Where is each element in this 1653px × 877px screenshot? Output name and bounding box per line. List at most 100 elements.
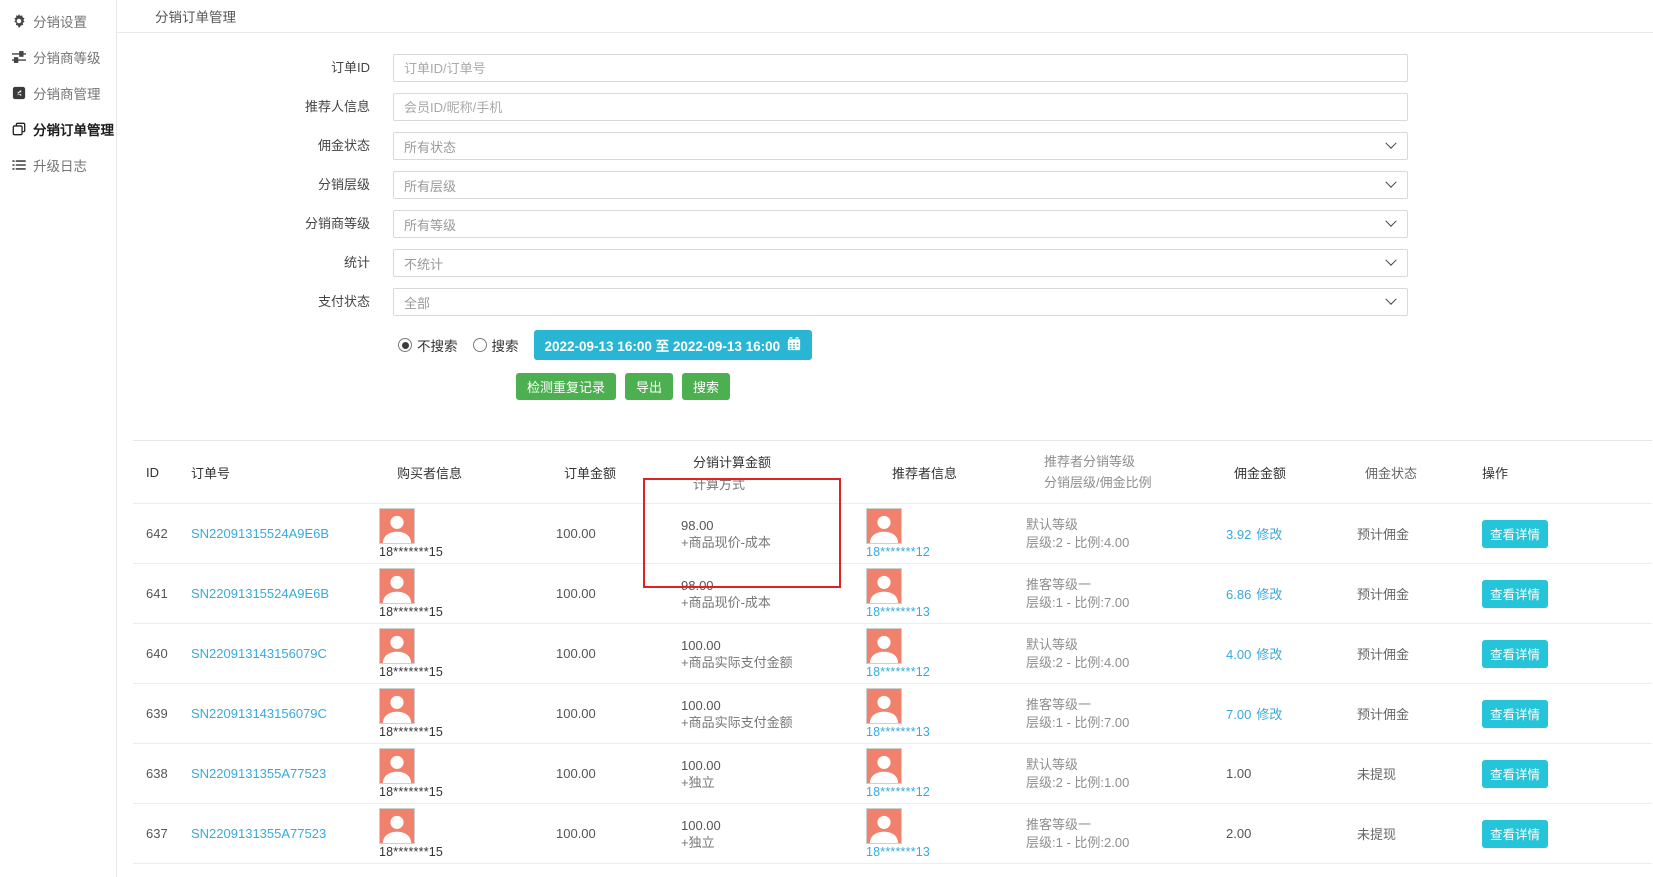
action-buttons-row: 检测重复记录 导出 搜索 (117, 373, 1653, 400)
table-header: ID 订单号 购买者信息 订单金额 分销计算金额计算方式 推荐者信息 推荐者分销… (133, 441, 1652, 503)
commission-status-select[interactable]: 所有状态 (393, 132, 1408, 160)
order-no-link[interactable]: SN2209131355A77523 (191, 826, 326, 841)
order-no-link[interactable]: SN22091315524A9E6B (191, 586, 329, 601)
sidebar-item-label: 分销商等级 (33, 47, 101, 67)
search-button[interactable]: 搜索 (682, 373, 730, 400)
referrer-info-label: 推荐人信息 (117, 93, 370, 121)
referrer-avatar (866, 628, 902, 664)
sidebar-item-label: 分销订单管理 (33, 119, 114, 139)
modify-link[interactable]: 修改 (1256, 527, 1282, 542)
referrer-phone-link[interactable]: 18*******12 (866, 785, 1026, 799)
cell-commission: 1.00 (1226, 766, 1357, 781)
export-button[interactable]: 导出 (625, 373, 673, 400)
cell-referrer-level: 推客等级一层级:1 - 比例:7.00 (1026, 576, 1226, 612)
header-order-no: 订单号 (191, 463, 379, 482)
referrer-avatar (866, 748, 902, 784)
payment-status-select[interactable]: 全部 (393, 288, 1408, 316)
selected-value: 全部 (404, 293, 430, 312)
referrer-phone-link[interactable]: 18*******12 (866, 665, 1026, 679)
order-no-link[interactable]: SN22091315524A9E6B (191, 526, 329, 541)
sidebar-item-label: 升级日志 (33, 155, 87, 175)
cell-order-amount: 100.00 (556, 706, 681, 721)
main-content: 分销订单管理 订单ID 推荐人信息 佣金状态 所有状态 分销层级 所有层级 (117, 0, 1653, 877)
statistics-select[interactable]: 不统计 (393, 249, 1408, 277)
radio-no-search-label: 不搜索 (417, 335, 458, 355)
modify-link[interactable]: 修改 (1256, 707, 1282, 722)
commission-status-label: 佣金状态 (117, 132, 370, 160)
referrer-phone-link[interactable]: 18*******13 (866, 605, 1026, 619)
cell-order-amount: 100.00 (556, 826, 681, 841)
view-detail-button[interactable]: 查看详情 (1482, 580, 1548, 608)
buyer-phone: 18*******15 (379, 605, 556, 619)
referrer-phone-link[interactable]: 18*******13 (866, 845, 1026, 859)
header-order-amount: 订单金额 (564, 463, 681, 482)
header-actions: 操作 (1482, 463, 1639, 482)
buyer-avatar (379, 748, 415, 784)
cell-calc: 98.00+商品现价-成本 (681, 517, 866, 551)
cell-commission: 4.00修改 (1226, 644, 1357, 663)
cell-order-amount: 100.00 (556, 526, 681, 541)
selected-value: 所有等级 (404, 215, 456, 234)
header-calc-amount: 分销计算金额计算方式 (681, 452, 866, 493)
sidebar-item-upgrade-log[interactable]: 升级日志 (0, 147, 116, 183)
date-range-button[interactable]: 2022-09-13 16:00 至 2022-09-13 16:00 (534, 330, 813, 360)
buyer-phone: 18*******15 (379, 785, 556, 799)
distributor-level-label: 分销商等级 (117, 210, 370, 238)
referrer-avatar (866, 508, 902, 544)
view-detail-button[interactable]: 查看详情 (1482, 700, 1548, 728)
radio-selected-icon[interactable] (398, 338, 412, 352)
cell-commission-status: 预计佣金 (1357, 644, 1482, 663)
check-duplicates-button[interactable]: 检测重复记录 (516, 373, 616, 400)
view-detail-button[interactable]: 查看详情 (1482, 760, 1548, 788)
tab-distribution-orders[interactable]: 分销订单管理 (155, 6, 236, 26)
chevron-down-icon (1385, 255, 1396, 266)
cell-order-amount: 100.00 (556, 646, 681, 661)
gear-icon (11, 14, 26, 29)
cell-commission: 2.00 (1226, 826, 1357, 841)
form-row-distributor-level: 分销商等级 所有等级 (117, 210, 1653, 238)
cell-order-amount: 100.00 (556, 766, 681, 781)
sidebar-item-distributor-management[interactable]: 分销商管理 (0, 75, 116, 111)
cell-referrer-level: 推客等级一层级:1 - 比例:7.00 (1026, 696, 1226, 732)
sidebar-item-distributor-level[interactable]: 分销商等级 (0, 39, 116, 75)
header-id: ID (146, 465, 191, 480)
cell-referrer-level: 默认等级层级:2 - 比例:4.00 (1026, 636, 1226, 672)
cell-referrer-level: 默认等级层级:2 - 比例:1.00 (1026, 756, 1226, 792)
order-no-link[interactable]: SN2209131355A77523 (191, 766, 326, 781)
buyer-phone: 18*******15 (379, 665, 556, 679)
modify-link[interactable]: 修改 (1256, 647, 1282, 662)
order-id-input[interactable] (393, 54, 1408, 82)
sidebar-item-distribution-orders[interactable]: 分销订单管理 (0, 111, 116, 147)
referrer-info-input[interactable] (393, 93, 1408, 121)
radio-search-label: 搜索 (492, 335, 519, 355)
distribution-tier-select[interactable]: 所有层级 (393, 171, 1408, 199)
radio-search[interactable]: 搜索 (473, 335, 519, 355)
cell-commission-status: 预计佣金 (1357, 584, 1482, 603)
view-detail-button[interactable]: 查看详情 (1482, 520, 1548, 548)
radio-no-search[interactable]: 不搜索 (398, 335, 458, 355)
referrer-phone-link[interactable]: 18*******13 (866, 725, 1026, 739)
buyer-phone: 18*******15 (379, 545, 556, 559)
payment-status-label: 支付状态 (117, 288, 370, 316)
buyer-avatar (379, 688, 415, 724)
chevron-down-icon (1385, 177, 1396, 188)
sliders-icon (11, 50, 26, 65)
referrer-phone-link[interactable]: 18*******12 (866, 545, 1026, 559)
cell-referrer-level: 默认等级层级:2 - 比例:4.00 (1026, 516, 1226, 552)
view-detail-button[interactable]: 查看详情 (1482, 820, 1548, 848)
commission-amount: 1.00 (1226, 766, 1251, 781)
form-row-payment-status: 支付状态 全部 (117, 288, 1653, 316)
sidebar-item-distribution-settings[interactable]: 分销设置 (0, 3, 116, 39)
modify-link[interactable]: 修改 (1256, 587, 1282, 602)
referrer-avatar (866, 808, 902, 844)
view-detail-button[interactable]: 查看详情 (1482, 640, 1548, 668)
order-no-link[interactable]: SN220913143156079C (191, 706, 327, 721)
cell-commission-status: 未提现 (1357, 824, 1482, 843)
radio-unselected-icon[interactable] (473, 338, 487, 352)
form-row-commission-status: 佣金状态 所有状态 (117, 132, 1653, 160)
distributor-level-select[interactable]: 所有等级 (393, 210, 1408, 238)
cell-calc: 100.00+商品实际支付金额 (681, 697, 866, 731)
order-no-link[interactable]: SN220913143156079C (191, 646, 327, 661)
selected-value: 所有状态 (404, 137, 456, 156)
share-square-icon (11, 86, 26, 101)
